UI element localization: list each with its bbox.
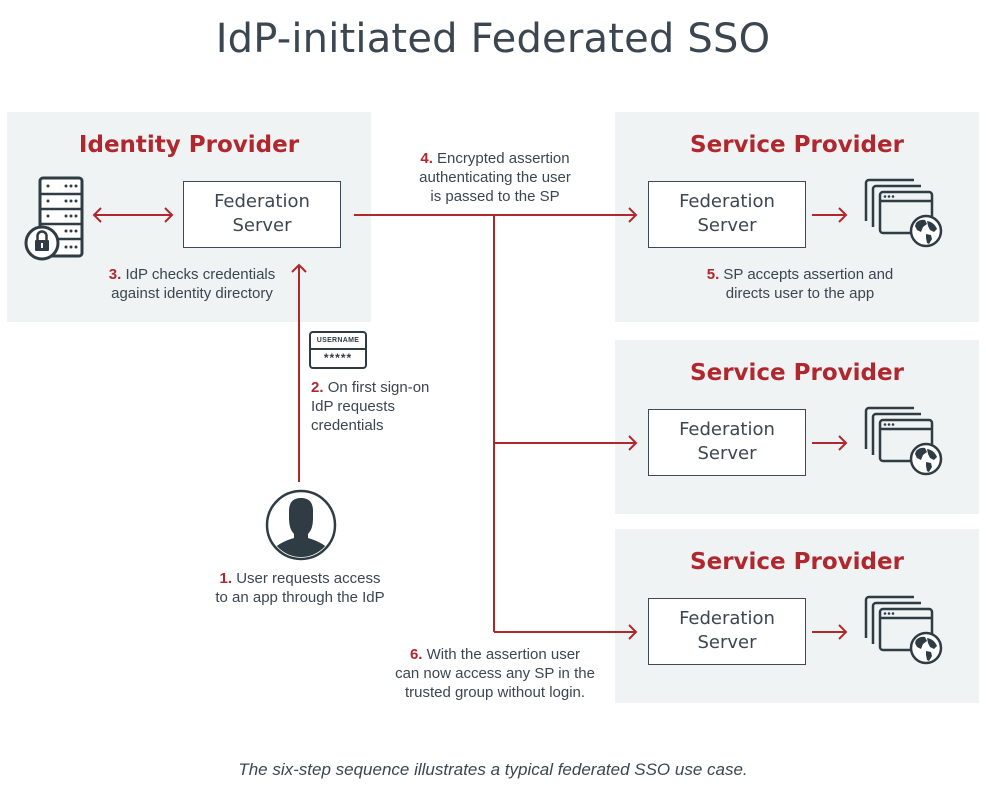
- step-4-note: 4. Encrypted assertion authenticating th…: [419, 150, 571, 205]
- user-avatar-icon: [265, 489, 337, 561]
- credentials-card-icon: USERNAME *****: [309, 331, 367, 369]
- figure-caption: The six-step sequence illustrates a typi…: [238, 760, 748, 779]
- username-label: USERNAME: [311, 333, 365, 350]
- step-2-note: 2. On first sign-on IdP requests credent…: [311, 379, 430, 434]
- browser-windows-globe-icon: [864, 178, 943, 248]
- step-1-note: 1. User requests access to an app throug…: [215, 570, 385, 606]
- server-rack-lock-icon: [24, 176, 84, 261]
- browser-windows-globe-icon: [864, 406, 943, 476]
- browser-windows-globe-icon: [864, 595, 943, 665]
- password-mask: *****: [323, 351, 353, 365]
- step-6-note: 6. With the assertion user can now acces…: [395, 646, 595, 701]
